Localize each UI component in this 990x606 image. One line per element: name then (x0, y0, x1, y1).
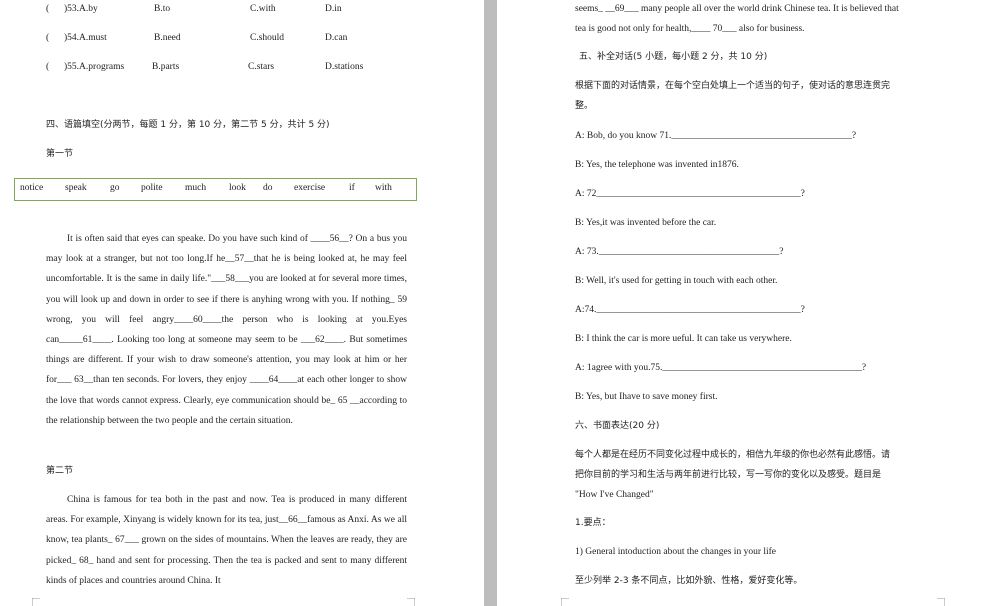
point-1: 1) General intoduction about the changes… (575, 547, 777, 557)
margin-mark (937, 598, 945, 606)
q53-option-a: )53.A.by (64, 4, 98, 14)
q55-paren: ( (46, 62, 50, 72)
q54-paren: ( (46, 33, 50, 43)
part1-title: 第一节 (46, 149, 74, 159)
word-bank-item: notice (20, 183, 44, 193)
dialogue-line: A: Bob, do you know 71._________________… (575, 131, 857, 141)
margin-mark (561, 598, 569, 606)
q53-option-d: D.in (325, 4, 342, 14)
dialogue-line: A:74.___________________________________… (575, 305, 805, 315)
page-gap (484, 0, 497, 606)
part2-title: 第二节 (46, 466, 74, 476)
q54-option-a: )54.A.must (64, 33, 107, 43)
section5-title: 五、补全对话(5 小题，每小题 2 分，共 10 分) (579, 52, 768, 62)
word-bank-item: speak (65, 183, 87, 193)
passage2: China is famous for tea both in the past… (46, 490, 407, 591)
dialogue-line: A: 72___________________________________… (575, 189, 805, 199)
q55-option-c: C.stars (248, 62, 275, 72)
dialogue-line: A: 73.__________________________________… (575, 247, 784, 257)
margin-mark (407, 598, 415, 606)
dialogue-line: B: Yes, the telephone was invented in187… (575, 160, 739, 170)
dialogue-line: B: I think the car is more ueful. It can… (575, 334, 792, 344)
passage2-cont-line1: seems_ __69___ many people all over the … (575, 4, 899, 14)
word-bank-box: notice speak go polite much look do exer… (14, 178, 417, 201)
word-bank-item: go (110, 183, 120, 193)
points-title: 1.要点： (575, 518, 611, 528)
section6-title: 六、书面表达(20 分) (575, 421, 660, 431)
dialogue-line: B: Well, it's used for getting in touch … (575, 276, 778, 286)
word-bank-item: do (263, 183, 273, 193)
word-bank-item: look (229, 183, 246, 193)
dialogue-line: B: Yes,it was invented before the car. (575, 218, 717, 228)
q53-paren: ( (46, 4, 50, 14)
q55-option-a: )55.A.programs (64, 62, 125, 72)
q54-option-c: C.should (250, 33, 285, 43)
word-bank-item: if (349, 183, 355, 193)
word-bank-item: exercise (294, 183, 326, 193)
section6-prompt-line1: 每个人都是在经历不同变化过程中成长的，相信九年级的你也必然有此感悟。请 (575, 450, 891, 460)
dialogue-line: B: Yes, but Ihave to save money first. (575, 392, 718, 402)
right-page: seems_ __69___ many people all over the … (497, 0, 990, 606)
q55-option-b: B.parts (152, 62, 180, 72)
section6-prompt-line2: 把你目前的学习和生活与两年前进行比较，写一写你的变化以及感受。题目是 (575, 470, 882, 480)
word-bank-item: with (375, 183, 392, 193)
left-page: ( )53.A.by B.to C.with D.in ( )54.A.must… (0, 0, 484, 606)
passage1: It is often said that eyes can speake. D… (46, 229, 407, 431)
section5-instruction-line1: 根据下面的对话情景，在每个空白处填上一个适当的句子，使对话的意思连贯完 (575, 81, 891, 91)
word-bank-item: polite (141, 183, 163, 193)
dialogue-line: A: 1agree with you.75.__________________… (575, 363, 867, 373)
point-2: 至少列举 2-3 条不同点，比如外貌、性格，爱好变化等。 (575, 576, 803, 586)
passage2-cont-line2: tea is good not only for health,____ 70_… (575, 24, 805, 34)
section4-title: 四、语篇填空(分两节，每题 1 分，第 10 分，第二节 5 分，共计 5 分) (46, 120, 330, 130)
q54-option-b: B.need (154, 33, 181, 43)
passage2-text: China is famous for tea both in the past… (46, 495, 408, 586)
q54-option-d: D.can (325, 33, 348, 43)
margin-mark (32, 598, 40, 606)
section5-instruction-line2: 整。 (575, 101, 594, 111)
q55-option-d: D.stations (325, 62, 364, 72)
q53-option-c: C.with (250, 4, 276, 14)
passage1-text: It is often said that eyes can speake. D… (46, 234, 408, 426)
q53-option-b: B.to (154, 4, 171, 14)
section6-prompt-line3: "How I've Changed" (575, 490, 654, 500)
word-bank-item: much (185, 183, 207, 193)
